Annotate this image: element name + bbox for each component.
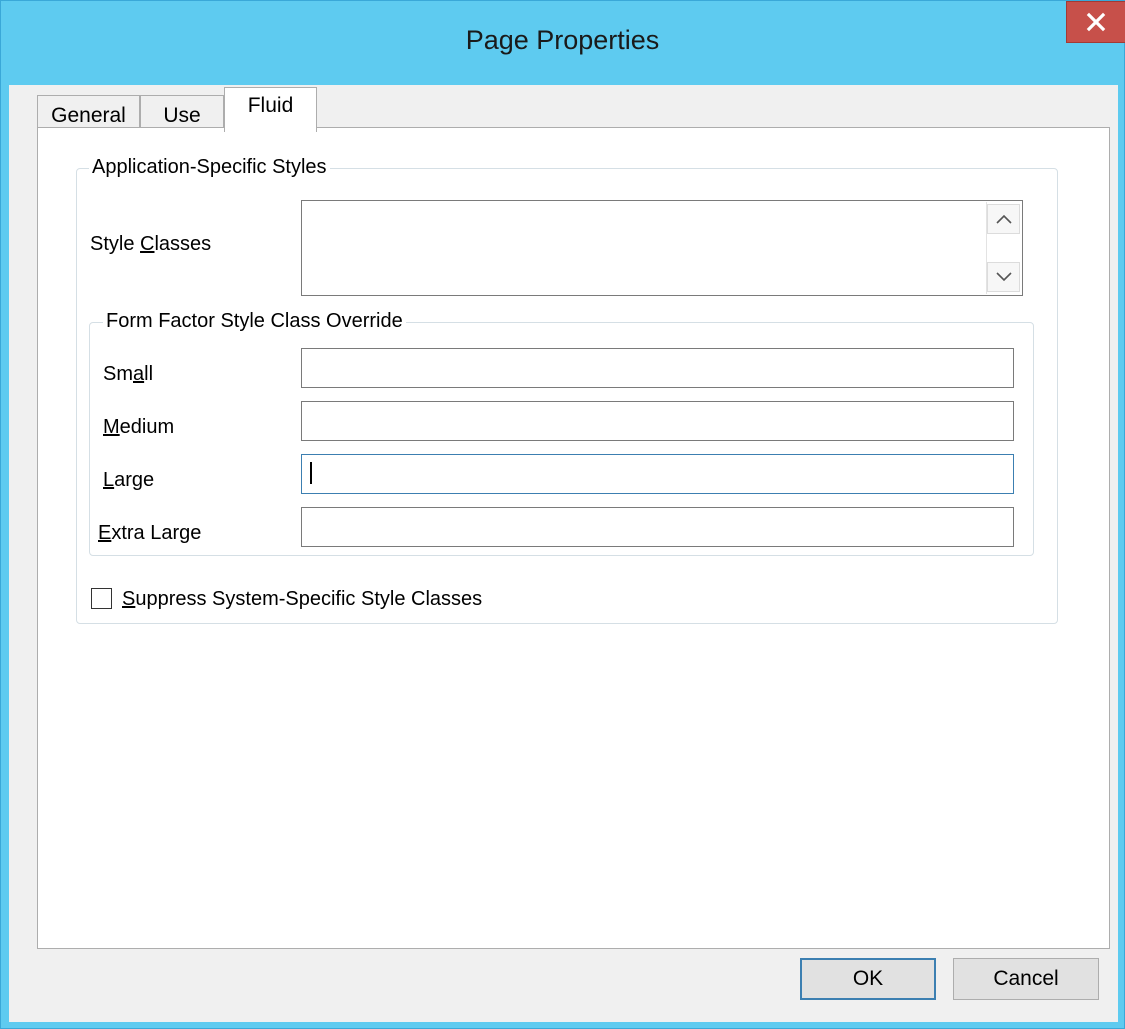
- small-label: Small: [103, 363, 154, 385]
- tab-general-label: General: [51, 103, 126, 127]
- scroll-up-icon: [995, 214, 1012, 224]
- large-input[interactable]: [301, 454, 1014, 494]
- medium-input[interactable]: [301, 401, 1014, 441]
- tab-use-label: Use: [163, 103, 201, 127]
- tab-fluid[interactable]: Fluid: [224, 87, 317, 132]
- extra-large-input[interactable]: [301, 507, 1014, 547]
- app-styles-group: Application-Specific Styles Style Classe…: [76, 156, 1058, 624]
- medium-input-field[interactable]: [302, 402, 1013, 440]
- large-label: Large: [103, 469, 155, 491]
- small-input-field[interactable]: [302, 349, 1013, 387]
- window-title: Page Properties: [465, 25, 660, 55]
- medium-label: Medium: [103, 416, 175, 438]
- scroll-down-icon: [995, 272, 1012, 282]
- ok-button[interactable]: OK: [800, 958, 936, 1000]
- style-classes-label: Style Classes: [90, 233, 212, 255]
- tab-panel-fluid: Application-Specific Styles Style Classe…: [37, 127, 1110, 949]
- tab-fluid-label: Fluid: [247, 94, 294, 117]
- close-icon: [1086, 12, 1106, 32]
- text-caret: [310, 462, 312, 484]
- dialog-window: Page Properties General Use Fluid Applic…: [0, 0, 1125, 1029]
- app-styles-group-label: Application-Specific Styles: [89, 156, 330, 179]
- form-factor-group: Form Factor Style Class Override Small M…: [89, 310, 1034, 556]
- style-classes-scrollbar[interactable]: [986, 202, 1021, 294]
- dialog-client-area: General Use Fluid Application-Specific S…: [9, 85, 1118, 1022]
- style-classes-input[interactable]: [301, 200, 1023, 296]
- suppress-label[interactable]: Suppress System-Specific Style Classes: [122, 588, 482, 611]
- cancel-button[interactable]: Cancel: [953, 958, 1099, 1000]
- title-bar[interactable]: Page Properties: [1, 1, 1125, 85]
- scroll-down-button[interactable]: [987, 262, 1020, 292]
- small-input[interactable]: [301, 348, 1014, 388]
- close-button[interactable]: [1066, 1, 1125, 43]
- extra-large-label: Extra Large: [98, 522, 202, 544]
- scroll-up-button[interactable]: [987, 204, 1020, 234]
- form-factor-group-label: Form Factor Style Class Override: [103, 310, 406, 333]
- extra-large-input-field[interactable]: [302, 508, 1013, 546]
- suppress-checkbox[interactable]: [91, 588, 112, 609]
